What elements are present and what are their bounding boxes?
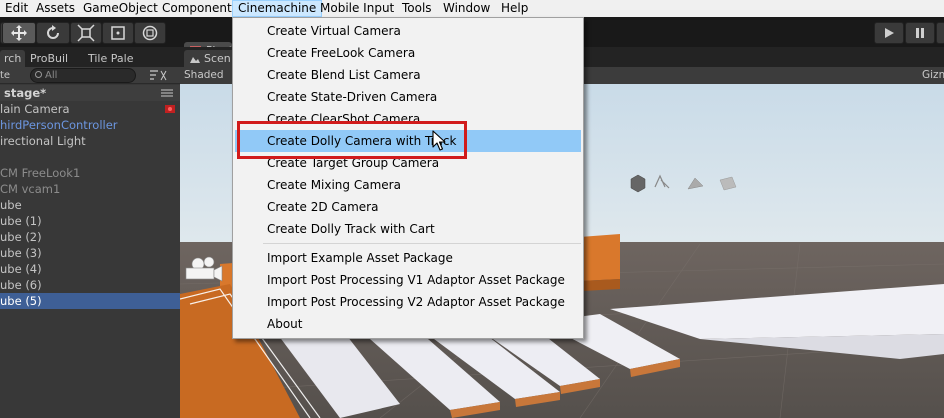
hierarchy-row[interactable]: ube (6): [0, 277, 180, 293]
hierarchy-row[interactable]: CM vcam1: [0, 181, 180, 197]
scene-root-label: stage*: [4, 86, 47, 100]
menu-item-about[interactable]: About: [235, 313, 581, 335]
menu-edit[interactable]: Edit: [0, 0, 33, 17]
step-button[interactable]: [936, 22, 944, 44]
menu-item-create-state-driven-camera[interactable]: Create State-Driven Camera: [235, 86, 581, 108]
menu-component[interactable]: Component: [157, 0, 237, 17]
menu-bar: Edit Assets GameObject Component Cinemac…: [0, 0, 944, 17]
menu-window[interactable]: Window: [438, 0, 495, 17]
transform-tool-button[interactable]: [134, 22, 166, 44]
move-icon: [11, 25, 27, 41]
tab-scene[interactable]: Scen: [184, 50, 235, 67]
row-label: CM vcam1: [0, 182, 61, 196]
gizmos-dropdown[interactable]: Gizm: [922, 67, 944, 83]
scale-tool-button[interactable]: [70, 22, 102, 44]
row-label: ube (4): [0, 262, 42, 276]
menu-tools[interactable]: Tools: [397, 0, 437, 17]
rotate-icon: [47, 25, 59, 39]
menu-gameobject[interactable]: GameObject: [78, 0, 163, 17]
hierarchy-row[interactable]: ube (3): [0, 245, 180, 261]
play-button[interactable]: [874, 22, 904, 44]
rect-tool-icon: [111, 26, 125, 40]
row-label: ube: [0, 198, 22, 212]
scene-tab-label: Scen: [204, 52, 231, 65]
sort-icon[interactable]: [148, 69, 170, 82]
transform-icon: [142, 25, 158, 41]
search-placeholder: All: [45, 70, 58, 81]
shading-mode-dropdown[interactable]: Shaded: [184, 67, 224, 83]
menu-item-create-mixing-camera[interactable]: Create Mixing Camera: [235, 174, 581, 196]
menu-item-create-dolly-track-with-cart[interactable]: Create Dolly Track with Cart: [235, 218, 581, 240]
row-label: ube (2): [0, 230, 42, 244]
play-icon: [885, 28, 894, 38]
hierarchy-search-input[interactable]: All: [30, 68, 136, 83]
hierarchy-row[interactable]: ube (1): [0, 213, 180, 229]
tab-probuilder[interactable]: ProBuil: [26, 50, 72, 67]
cinemachine-menu: Create Virtual Camera Create FreeLook Ca…: [232, 17, 584, 339]
cinemachine-brain-icon: [165, 105, 175, 113]
row-label: ube (1): [0, 214, 42, 228]
menu-item-import-post-processing-v2[interactable]: Import Post Processing V2 Adaptor Asset …: [235, 291, 581, 313]
tab-tile-palette[interactable]: Tile Pale: [84, 50, 137, 67]
mouse-cursor-icon: [432, 130, 446, 151]
pause-icon: [916, 28, 924, 38]
left-panel-tabs: rch ProBuil Tile Pale: [0, 47, 180, 67]
menu-item-create-2d-camera[interactable]: Create 2D Camera: [235, 196, 581, 218]
menu-icon[interactable]: [160, 89, 174, 97]
rect-tool-button[interactable]: [102, 22, 134, 44]
menu-item-create-freelook-camera[interactable]: Create FreeLook Camera: [235, 42, 581, 64]
menu-item-import-post-processing-v1[interactable]: Import Post Processing V1 Adaptor Asset …: [235, 269, 581, 291]
row-label: ube (6): [0, 278, 42, 292]
move-tool-button[interactable]: [2, 22, 36, 44]
menu-assets[interactable]: Assets: [31, 0, 80, 17]
menu-help[interactable]: Help: [496, 0, 533, 17]
row-label: ube (5): [0, 294, 42, 308]
tab-hierarchy[interactable]: rch: [0, 50, 26, 67]
hierarchy-row[interactable]: ube (2): [0, 229, 180, 245]
hierarchy-row[interactable]: [0, 149, 180, 165]
hierarchy-panel: stage* lain Camera hirdPersonController …: [0, 84, 180, 418]
menu-item-import-example-asset-package[interactable]: Import Example Asset Package: [235, 247, 581, 269]
hierarchy-row[interactable]: lain Camera: [0, 101, 180, 117]
menu-item-create-blend-list-camera[interactable]: Create Blend List Camera: [235, 64, 581, 86]
menu-cinemachine[interactable]: Cinemachine: [232, 0, 323, 17]
hierarchy-row-selected[interactable]: ube (5): [0, 293, 180, 309]
scale-icon: [77, 24, 95, 42]
row-label: lain Camera: [0, 102, 70, 116]
row-label: CM FreeLook1: [0, 166, 81, 180]
scene-icon: [190, 57, 200, 63]
row-label: ube (3): [0, 246, 42, 260]
hierarchy-row[interactable]: irectional Light: [0, 133, 180, 149]
pause-button[interactable]: [905, 22, 935, 44]
hierarchy-row[interactable]: ube: [0, 197, 180, 213]
hierarchy-row[interactable]: hirdPersonController: [0, 117, 180, 133]
scene-root-row[interactable]: stage*: [0, 85, 180, 101]
menu-item-create-virtual-camera[interactable]: Create Virtual Camera: [235, 20, 581, 42]
hierarchy-toolbar: te All: [0, 67, 180, 84]
menu-separator: [263, 243, 581, 244]
rotate-tool-button[interactable]: [36, 22, 70, 44]
menu-mobile-input[interactable]: Mobile Input: [315, 0, 399, 17]
hierarchy-row[interactable]: ube (4): [0, 261, 180, 277]
create-dropdown[interactable]: te: [0, 68, 10, 83]
search-icon: [35, 71, 42, 78]
hierarchy-row[interactable]: CM FreeLook1: [0, 165, 180, 181]
row-label: hirdPersonController: [0, 118, 118, 132]
row-label: irectional Light: [0, 134, 86, 148]
